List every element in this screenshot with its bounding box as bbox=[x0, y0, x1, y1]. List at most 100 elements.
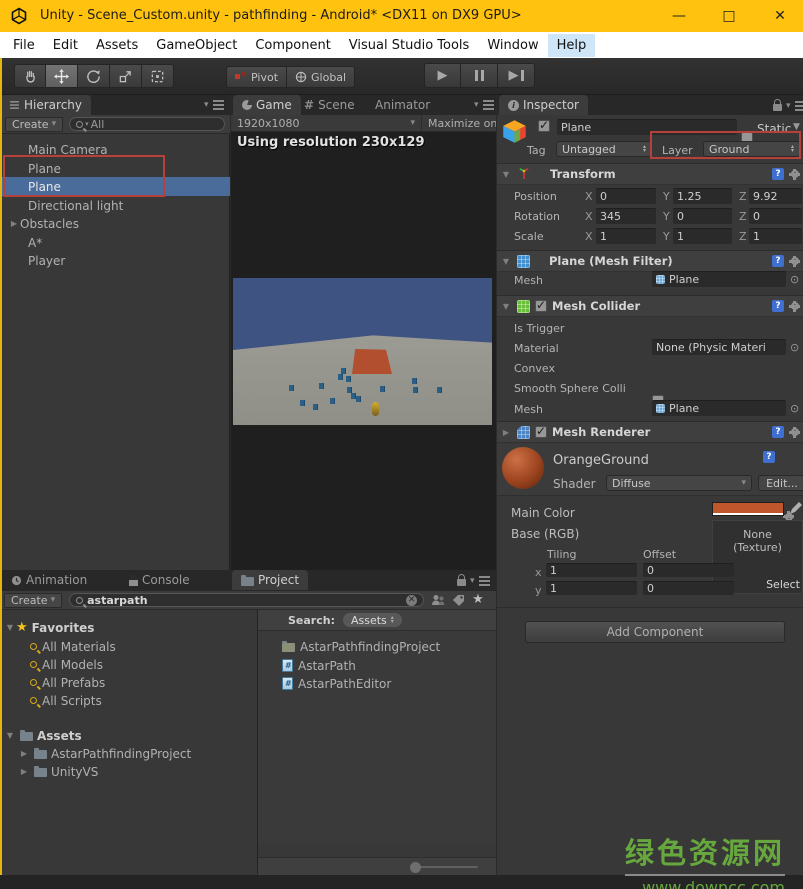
offset-y-field[interactable]: 0 bbox=[643, 581, 734, 595]
hierarchy-pane-menu[interactable]: ▾ bbox=[204, 100, 224, 110]
gear-icon[interactable] bbox=[789, 427, 800, 438]
rotation-y-field[interactable]: 0 bbox=[673, 208, 732, 224]
mesh-renderer-header[interactable]: ▶ Mesh Renderer ? bbox=[497, 421, 803, 443]
rect-tool-button[interactable] bbox=[142, 64, 174, 88]
tag-dropdown[interactable]: Untagged ▴▾ bbox=[556, 141, 652, 157]
scale-tool-button[interactable] bbox=[110, 64, 142, 88]
play-button[interactable]: ▶ bbox=[424, 63, 461, 88]
hierarchy-item-astar[interactable]: A* bbox=[0, 233, 230, 252]
game-pane-menu[interactable]: ▾ bbox=[474, 100, 494, 110]
menu-help[interactable]: Help bbox=[548, 34, 596, 57]
foldout-arrow-icon[interactable]: ▶ bbox=[18, 749, 30, 758]
menu-component[interactable]: Component bbox=[246, 34, 339, 57]
eyedropper-icon[interactable] bbox=[789, 500, 802, 515]
tab-animator[interactable]: Animator bbox=[366, 95, 439, 115]
help-icon[interactable]: ? bbox=[763, 451, 775, 463]
tab-console[interactable]: Console bbox=[120, 570, 199, 590]
tab-game[interactable]: Game bbox=[233, 95, 301, 115]
help-icon[interactable]: ? bbox=[772, 426, 784, 438]
menu-edit[interactable]: Edit bbox=[44, 34, 87, 57]
game-resolution-dropdown[interactable]: 1920x1080 ▾ bbox=[231, 117, 421, 130]
rotation-x-field[interactable]: 345 bbox=[596, 208, 656, 224]
tiling-x-field[interactable]: 1 bbox=[546, 563, 637, 577]
menu-window[interactable]: Window bbox=[478, 34, 547, 57]
help-icon[interactable]: ? bbox=[772, 300, 784, 312]
scale-z-field[interactable]: 1 bbox=[749, 228, 802, 244]
hierarchy-search-input[interactable]: ▾ All bbox=[69, 117, 225, 131]
project-search-input[interactable]: astarpath ✕ bbox=[69, 593, 424, 607]
foldout-arrow-icon[interactable]: ▼ bbox=[4, 731, 16, 740]
step-button[interactable]: ▶ bbox=[498, 63, 535, 88]
inspector-pane-menu[interactable]: ▾ bbox=[773, 100, 803, 111]
hierarchy-item-directional-light[interactable]: Directional light bbox=[0, 196, 230, 215]
label-icon[interactable] bbox=[452, 594, 465, 607]
foldout-arrow-icon[interactable]: ▶ bbox=[8, 219, 20, 228]
scale-x-field[interactable]: 1 bbox=[596, 228, 656, 244]
foldout-arrow-icon[interactable]: ▼ bbox=[4, 623, 16, 632]
lock-icon[interactable] bbox=[773, 104, 782, 111]
project-create-button[interactable]: Create ▾ bbox=[4, 593, 62, 608]
position-x-field[interactable]: 0 bbox=[596, 188, 656, 204]
shader-dropdown[interactable]: Diffuse ▾ bbox=[606, 475, 752, 491]
add-component-button[interactable]: Add Component bbox=[525, 621, 785, 643]
position-z-field[interactable]: 9.92 bbox=[749, 188, 802, 204]
result-astarpatheditor[interactable]: AstarPathEditor bbox=[258, 674, 496, 693]
hierarchy-item-obstacles[interactable]: ▶Obstacles bbox=[0, 214, 230, 233]
result-astarpath[interactable]: AstarPath bbox=[258, 656, 496, 675]
favorites-all-prefabs[interactable]: All Prefabs bbox=[0, 673, 257, 692]
transform-component-header[interactable]: ▼ Transform ? bbox=[497, 163, 803, 185]
result-astarpathfindingproject[interactable]: AstarPathfindingProject bbox=[258, 637, 496, 656]
pause-button[interactable] bbox=[461, 63, 498, 88]
foldout-arrow-icon[interactable]: ▼ bbox=[500, 170, 512, 179]
favorites-root[interactable]: ▼ ★ Favorites bbox=[0, 618, 257, 637]
move-tool-button[interactable] bbox=[46, 64, 78, 88]
tab-hierarchy[interactable]: Hierarchy bbox=[0, 95, 91, 115]
slider-track[interactable] bbox=[418, 866, 478, 868]
physic-material-field[interactable]: None (Physic Materi bbox=[652, 339, 786, 355]
assets-root[interactable]: ▼ Assets bbox=[0, 726, 257, 745]
favorites-all-scripts[interactable]: All Scripts bbox=[0, 691, 257, 710]
object-picker-icon[interactable]: ⊙ bbox=[790, 341, 799, 354]
mesh-object-field[interactable]: Plane bbox=[652, 271, 786, 287]
foldout-arrow-icon[interactable]: ▶ bbox=[18, 767, 30, 776]
maximize-on-play-toggle[interactable]: Maximize on bbox=[421, 115, 496, 132]
mesh-collider-enabled-checkbox[interactable] bbox=[535, 300, 547, 312]
tab-animation[interactable]: Animation bbox=[2, 570, 96, 590]
hierarchy-create-button[interactable]: Create ▾ bbox=[5, 117, 63, 132]
menu-assets[interactable]: Assets bbox=[87, 34, 147, 57]
gear-icon[interactable] bbox=[789, 301, 800, 312]
mesh-collider-header[interactable]: ▼ Mesh Collider ? bbox=[497, 295, 803, 317]
asset-store-person-icon[interactable] bbox=[431, 594, 445, 606]
favorites-all-models[interactable]: All Models bbox=[0, 655, 257, 674]
help-icon[interactable]: ? bbox=[772, 168, 784, 180]
menu-visual-studio-tools[interactable]: Visual Studio Tools bbox=[340, 34, 479, 57]
project-pane-menu[interactable]: ▾ bbox=[457, 575, 490, 586]
tab-project[interactable]: Project bbox=[232, 570, 308, 590]
tab-inspector[interactable]: i Inspector bbox=[499, 95, 588, 115]
foldout-arrow-icon[interactable]: ▼ bbox=[500, 302, 512, 311]
thumbnail-size-slider[interactable] bbox=[258, 857, 496, 875]
gear-icon[interactable] bbox=[789, 256, 800, 267]
tab-scene[interactable]: # Scene bbox=[295, 95, 364, 115]
rotate-tool-button[interactable] bbox=[78, 64, 110, 88]
help-icon[interactable]: ? bbox=[772, 255, 784, 267]
gameobject-active-checkbox[interactable] bbox=[538, 120, 550, 132]
global-toggle-button[interactable]: Global bbox=[287, 66, 355, 88]
foldout-arrow-icon[interactable]: ▶ bbox=[500, 428, 512, 437]
mesh-renderer-enabled-checkbox[interactable] bbox=[535, 426, 547, 438]
gear-icon[interactable] bbox=[789, 169, 800, 180]
foldout-arrow-icon[interactable]: ▼ bbox=[500, 257, 512, 266]
clear-search-icon[interactable]: ✕ bbox=[406, 595, 417, 606]
object-picker-icon[interactable]: ⊙ bbox=[790, 273, 799, 286]
minimize-button[interactable]: — bbox=[656, 0, 702, 32]
favorites-all-materials[interactable]: All Materials bbox=[0, 637, 257, 656]
main-color-swatch[interactable] bbox=[712, 502, 784, 516]
object-picker-icon[interactable]: ⊙ bbox=[790, 402, 799, 415]
mesh-filter-header[interactable]: ▼ Plane (Mesh Filter) ? bbox=[497, 250, 803, 272]
collider-mesh-field[interactable]: Plane bbox=[652, 400, 786, 416]
texture-select-button[interactable]: Select bbox=[766, 578, 800, 591]
offset-x-field[interactable]: 0 bbox=[643, 563, 734, 577]
hand-tool-button[interactable] bbox=[14, 64, 46, 88]
pivot-toggle-button[interactable]: Pivot bbox=[226, 66, 287, 88]
search-scope-assets-pill[interactable]: Assets ▴▾ bbox=[343, 613, 402, 627]
